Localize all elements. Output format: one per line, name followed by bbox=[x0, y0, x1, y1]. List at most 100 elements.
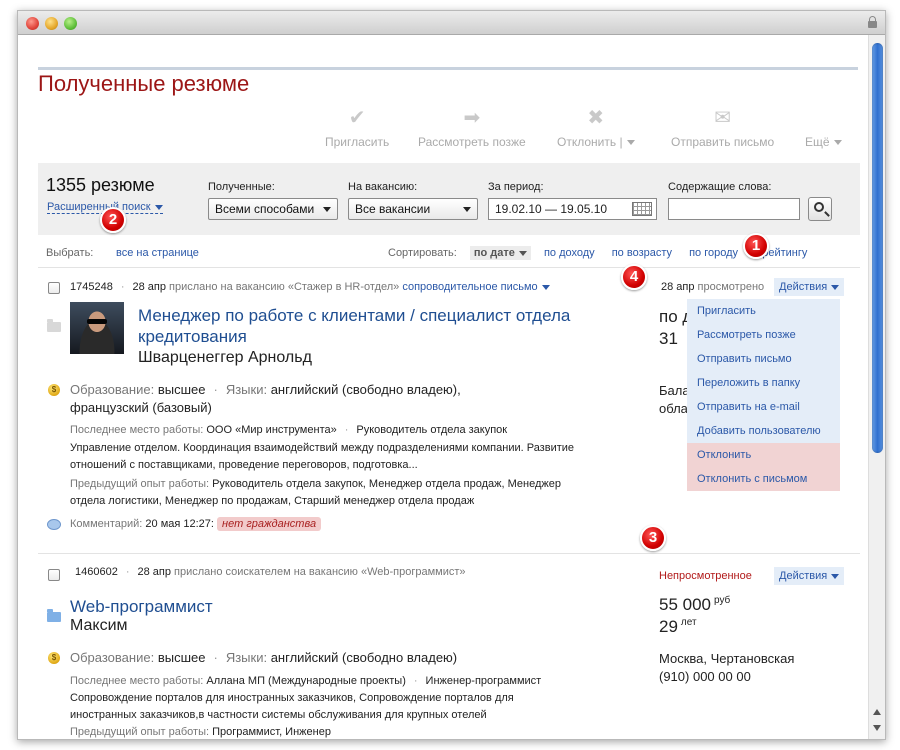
sort-by-age[interactable]: по возрасту bbox=[612, 247, 672, 259]
chevron-down-icon bbox=[833, 140, 842, 146]
resume-checkbox[interactable] bbox=[48, 282, 60, 294]
chevron-down-icon bbox=[831, 573, 840, 579]
menu-item-reject[interactable]: Отклонить bbox=[687, 443, 840, 467]
candidate-name: Шварценеггер Арнольд bbox=[138, 349, 312, 366]
view-status: 28 апр просмотрено bbox=[661, 281, 765, 293]
sort-by-income[interactable]: по доходу bbox=[544, 247, 595, 259]
minimize-window-button[interactable] bbox=[45, 17, 58, 30]
vacancy-label: На вакансию: bbox=[348, 181, 418, 193]
search-button[interactable] bbox=[808, 197, 832, 221]
calendar-icon[interactable] bbox=[632, 202, 652, 216]
previous-experience: Предыдущий опыт работы: Программист, Инж… bbox=[70, 726, 331, 738]
top-divider bbox=[38, 67, 858, 70]
languages-cont: французский (базовый) bbox=[70, 400, 212, 415]
annotation-badge-3: 3 bbox=[640, 525, 666, 551]
actions-menu: Пригласить Рассмотреть позже Отправить п… bbox=[687, 299, 840, 493]
period-label: За период: bbox=[488, 181, 544, 193]
menu-item-send-letter[interactable]: Отправить письмо bbox=[687, 347, 840, 371]
resume-count: 1355 резюме bbox=[46, 175, 155, 195]
more-button[interactable]: Ещё bbox=[805, 135, 842, 149]
age: 29 лет bbox=[659, 617, 697, 636]
arrow-right-icon: ➡ bbox=[463, 107, 481, 129]
resume-title-link[interactable]: Менеджер по работе с клиентами / специал… bbox=[138, 305, 570, 347]
scroll-up-arrow-icon[interactable] bbox=[873, 709, 881, 715]
region-partial: обла bbox=[659, 401, 688, 416]
lock-icon bbox=[868, 16, 877, 28]
vertical-scrollbar[interactable] bbox=[868, 35, 885, 739]
title-bar bbox=[18, 11, 885, 35]
received-select[interactable]: Всеми способами bbox=[208, 198, 338, 220]
phone: (910) 000 00 00 bbox=[659, 669, 751, 684]
sort-by-city[interactable]: по городу bbox=[689, 247, 738, 259]
previous-experience: Предыдущий опыт работы: Руководитель отд… bbox=[70, 478, 561, 490]
salary: 55 000 руб bbox=[659, 595, 731, 614]
last-job: Последнее место работы: ООО «Мир инструм… bbox=[70, 424, 508, 436]
folder-icon[interactable] bbox=[47, 609, 61, 622]
menu-item-consider-later[interactable]: Рассмотреть позже bbox=[687, 323, 840, 347]
coin-icon: $ bbox=[48, 652, 60, 664]
previous-experience-cont: отдела логистики, Менеджер по продажам, … bbox=[70, 495, 475, 507]
invite-button[interactable]: ✔ Пригласить bbox=[325, 107, 389, 149]
job-duties: Управление отделом. Координация взаимоде… bbox=[70, 442, 575, 454]
words-label: Содержащие слова: bbox=[668, 181, 772, 193]
job-duties-cont: иностранных заказчиков,в частности систе… bbox=[70, 709, 487, 721]
cover-letter-link[interactable]: сопроводительное письмо bbox=[402, 281, 550, 293]
select-all-link[interactable]: все на странице bbox=[116, 247, 199, 259]
vacancy-select[interactable]: Все вакансии bbox=[348, 198, 478, 220]
resume-title-link[interactable]: Web-программист bbox=[70, 596, 213, 617]
city: Москва, Чертановская bbox=[659, 651, 795, 666]
sort-label: Сортировать: bbox=[388, 247, 457, 259]
scroll-down-arrow-icon[interactable] bbox=[873, 725, 881, 731]
city-partial: Бала bbox=[659, 383, 690, 398]
candidate-name: Максим bbox=[70, 617, 128, 634]
reject-button[interactable]: ✖ Отклонить | bbox=[557, 107, 635, 149]
close-window-button[interactable] bbox=[26, 17, 39, 30]
zoom-window-button[interactable] bbox=[64, 17, 77, 30]
job-duties: Сопровождение порталов для иностранных з… bbox=[70, 692, 514, 704]
chevron-down-icon bbox=[323, 207, 331, 212]
envelope-icon: ✉ bbox=[714, 107, 731, 129]
chevron-down-icon bbox=[154, 204, 163, 210]
comment-tag: нет гражданства bbox=[217, 517, 322, 531]
filter-panel: 1355 резюме Расширенный поиск Полученные… bbox=[38, 163, 860, 235]
folder-icon[interactable] bbox=[47, 319, 61, 332]
send-letter-button[interactable]: ✉ Отправить письмо bbox=[671, 107, 774, 149]
comment-icon bbox=[47, 519, 61, 530]
education-languages: Образование: высшее · Языки: английский (с… bbox=[70, 650, 458, 665]
sort-by-date[interactable]: по дате bbox=[469, 246, 531, 260]
search-icon bbox=[814, 202, 824, 212]
menu-item-send-email[interactable]: Отправить на e-mail bbox=[687, 395, 840, 419]
scrollbar-thumb[interactable] bbox=[872, 43, 883, 453]
menu-item-reject-with-letter[interactable]: Отклонить с письмом bbox=[687, 467, 840, 491]
page-title: Полученные резюме bbox=[38, 71, 250, 96]
candidate-photo bbox=[70, 302, 124, 354]
menu-item-add-to-user[interactable]: Добавить пользователю bbox=[687, 419, 840, 443]
actions-dropdown-button[interactable]: Действия bbox=[774, 278, 845, 296]
checkmark-icon: ✔ bbox=[348, 107, 366, 129]
annotation-badge-2: 2 bbox=[100, 207, 126, 233]
divider bbox=[38, 553, 860, 554]
comment: Комментарий: 20 мая 12:27: нет гражданст… bbox=[70, 516, 322, 533]
chevron-down-icon bbox=[626, 140, 635, 146]
menu-item-move-to-folder[interactable]: Переложить в папку bbox=[687, 371, 840, 395]
coin-icon: $ bbox=[48, 384, 60, 396]
resume-checkbox[interactable] bbox=[48, 569, 60, 581]
chevron-down-icon bbox=[541, 284, 550, 290]
keywords-input[interactable] bbox=[668, 198, 800, 220]
page-content: Полученные резюме ✔ Пригласить ➡ Рассмот… bbox=[18, 35, 868, 739]
annotation-badge-1: 1 bbox=[743, 233, 769, 259]
consider-later-button[interactable]: ➡ Рассмотреть позже bbox=[418, 107, 526, 149]
browser-window: Полученные резюме ✔ Пригласить ➡ Рассмот… bbox=[17, 10, 886, 740]
education-languages: Образование: высшее · Языки: английский (с… bbox=[70, 382, 461, 397]
status-unviewed: Непросмотренное bbox=[659, 570, 752, 582]
divider bbox=[38, 267, 860, 268]
chevron-down-icon bbox=[518, 250, 527, 256]
menu-item-invite[interactable]: Пригласить bbox=[687, 299, 840, 323]
job-duties-cont: отношений с поставщиками, проведение пер… bbox=[70, 459, 418, 471]
resume-meta: 1745248 · 28 апр прислано на вакансию «Ста… bbox=[70, 281, 550, 293]
period-field[interactable]: 19.02.10 — 19.05.10 bbox=[488, 198, 657, 220]
actions-dropdown-button[interactable]: Действия bbox=[774, 567, 845, 585]
cross-icon: ✖ bbox=[587, 107, 605, 129]
received-label: Полученные: bbox=[208, 181, 275, 193]
resume-meta: 1460602 · 28 апр прислано соискателем на в… bbox=[75, 566, 466, 578]
